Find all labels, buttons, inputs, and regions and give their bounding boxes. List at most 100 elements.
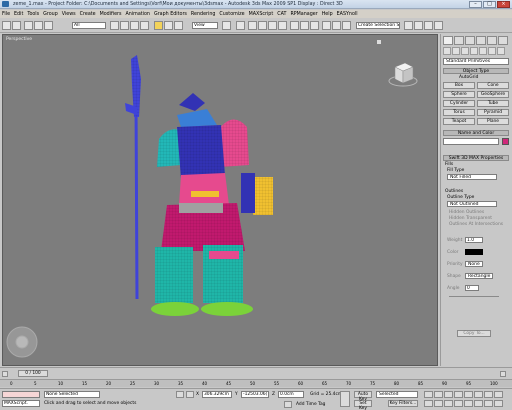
set-key-icon[interactable] — [340, 391, 350, 407]
create-tube-button[interactable]: Tube — [477, 100, 509, 107]
weight-field[interactable]: 1.0 — [465, 237, 483, 243]
spinner-snap-icon[interactable] — [278, 21, 287, 30]
create-sphere-button[interactable]: Sphere — [443, 91, 475, 98]
menu-item-tools[interactable]: Tools — [27, 12, 39, 17]
z-coord-field[interactable]: 0.0cm — [278, 391, 304, 398]
schematic-view-icon[interactable] — [342, 21, 351, 30]
hidden-outlines-checkbox[interactable]: Hidden Outlines — [449, 210, 484, 215]
create-cylinder-button[interactable]: Cylinder — [443, 100, 475, 107]
orbit-icon[interactable] — [484, 400, 493, 407]
create-cone-button[interactable]: Cone — [477, 82, 509, 89]
layer-manager-icon[interactable] — [322, 21, 331, 30]
create-box-button[interactable]: Box — [443, 82, 475, 89]
create-pyramid-button[interactable]: Pyramid — [477, 109, 509, 116]
menu-item-create[interactable]: Create — [80, 12, 96, 17]
menu-item-group[interactable]: Group — [43, 12, 58, 17]
undo-icon[interactable] — [2, 21, 11, 30]
render-setup-icon[interactable] — [414, 21, 423, 30]
space-warps-icon[interactable] — [488, 47, 496, 55]
object-name-field[interactable] — [443, 138, 499, 145]
select-and-manipulate-icon[interactable] — [236, 21, 245, 30]
menu-item-customize[interactable]: Customize — [219, 12, 244, 17]
object-color-swatch[interactable] — [502, 138, 509, 145]
hidden-transparent-checkbox[interactable]: Hidden Transparent — [449, 216, 492, 221]
app-icon[interactable] — [2, 1, 9, 7]
swift3d-properties-rollout[interactable]: Swift 3D MAX Properties — [443, 155, 509, 161]
cameras-icon[interactable] — [470, 47, 478, 55]
angle-snap-icon[interactable] — [258, 21, 267, 30]
menu-item-maxscript[interactable]: MAXScript — [249, 12, 274, 17]
y-coord-field[interactable]: -12503.06( — [241, 391, 269, 398]
category-select[interactable]: Standard Primitives — [443, 58, 509, 65]
zoom-icon[interactable] — [424, 400, 433, 407]
menu-item-easynoll[interactable]: EASYnoll — [337, 12, 358, 17]
angle-field[interactable]: 0 — [465, 285, 479, 291]
zoom-extents-icon[interactable] — [444, 400, 453, 407]
frame-counter[interactable]: 0 / 100 — [18, 370, 48, 377]
select-and-scale-icon[interactable] — [174, 21, 183, 30]
create-torus-button[interactable]: Torus — [443, 109, 475, 116]
zoom-extents-all-icon[interactable] — [454, 400, 463, 407]
edit-named-selection-icon[interactable] — [290, 21, 299, 30]
steering-wheel-icon[interactable] — [5, 325, 39, 359]
named-selection-set-select[interactable]: Create Selection Set — [356, 22, 400, 29]
material-editor-icon[interactable] — [404, 21, 413, 30]
systems-icon[interactable] — [497, 47, 505, 55]
fill-type-select[interactable]: Not Filled — [447, 174, 497, 180]
next-key-icon[interactable] — [454, 391, 463, 398]
menu-item-edit[interactable]: Edit — [14, 12, 23, 17]
tab-motion[interactable] — [476, 36, 486, 45]
priority-select[interactable]: None — [465, 261, 483, 267]
maximize-button[interactable]: □ — [483, 0, 496, 8]
viewport-maximize-icon[interactable] — [377, 40, 381, 44]
outline-color-swatch[interactable] — [465, 249, 483, 255]
create-plane-button[interactable]: Plane — [477, 118, 509, 125]
auto-key-button[interactable]: Auto Key — [354, 391, 372, 402]
unlink-icon[interactable] — [34, 21, 43, 30]
menu-item-help[interactable]: Help — [322, 12, 333, 17]
bind-space-warp-icon[interactable] — [44, 21, 53, 30]
perspective-viewport[interactable]: Perspective — [2, 34, 438, 366]
next-frame-icon[interactable] — [500, 371, 506, 377]
field-of-view-icon[interactable] — [464, 400, 473, 407]
mirror-icon[interactable] — [300, 21, 309, 30]
pivot-center-icon[interactable] — [222, 21, 231, 30]
shapes-icon[interactable] — [452, 47, 460, 55]
maxscript-listener-field[interactable] — [2, 391, 40, 398]
time-slider[interactable]: 0 / 100 — [0, 367, 512, 379]
pan-icon[interactable] — [474, 400, 483, 407]
select-object-icon[interactable] — [110, 21, 119, 30]
lights-icon[interactable] — [461, 47, 469, 55]
tab-modify[interactable] — [454, 36, 464, 45]
minimize-button[interactable]: – — [469, 0, 482, 8]
autogrid-checkbox[interactable]: AutoGrid — [459, 75, 478, 80]
menu-item-modifiers[interactable]: Modifiers — [100, 12, 122, 17]
maxscript-mini-listener[interactable]: MAXScript. — [2, 400, 40, 407]
redo-icon[interactable] — [12, 21, 21, 30]
lock-selection-icon[interactable] — [176, 391, 184, 398]
tab-hierarchy[interactable] — [465, 36, 475, 45]
selection-region-icon[interactable] — [130, 21, 139, 30]
prev-frame-icon[interactable] — [2, 371, 8, 377]
object-type-rollout[interactable]: Object Type — [443, 68, 509, 74]
helpers-icon[interactable] — [479, 47, 487, 55]
tab-create[interactable] — [443, 36, 453, 45]
armored-knight-model[interactable] — [121, 55, 281, 317]
time-tag-icon[interactable] — [284, 401, 292, 408]
menu-item-views[interactable]: Views — [62, 12, 76, 17]
reference-coord-select[interactable]: View — [192, 22, 218, 29]
go-to-end-icon[interactable] — [464, 391, 473, 398]
curve-editor-icon[interactable] — [332, 21, 341, 30]
go-to-start-icon[interactable] — [424, 391, 433, 398]
menu-item-rpmanager[interactable]: RPManager — [290, 12, 317, 17]
snaps-toggle-icon[interactable] — [248, 21, 257, 30]
key-filters-button[interactable]: Key Filters... — [388, 400, 418, 407]
outlines-intersections-checkbox[interactable]: Outlines At Intersections — [449, 222, 503, 227]
percent-snap-icon[interactable] — [268, 21, 277, 30]
link-icon[interactable] — [24, 21, 33, 30]
key-selection-select[interactable]: Selected — [376, 391, 418, 398]
track-bar[interactable]: 0 5 10 15 20 25 30 35 40 45 50 55 60 65 70 75 80 85 90 95 10… — [0, 379, 512, 387]
menu-item-graph-editors[interactable]: Graph Editors — [154, 12, 187, 17]
time-config-icon[interactable] — [494, 391, 503, 398]
select-and-rotate-icon[interactable] — [164, 21, 173, 30]
